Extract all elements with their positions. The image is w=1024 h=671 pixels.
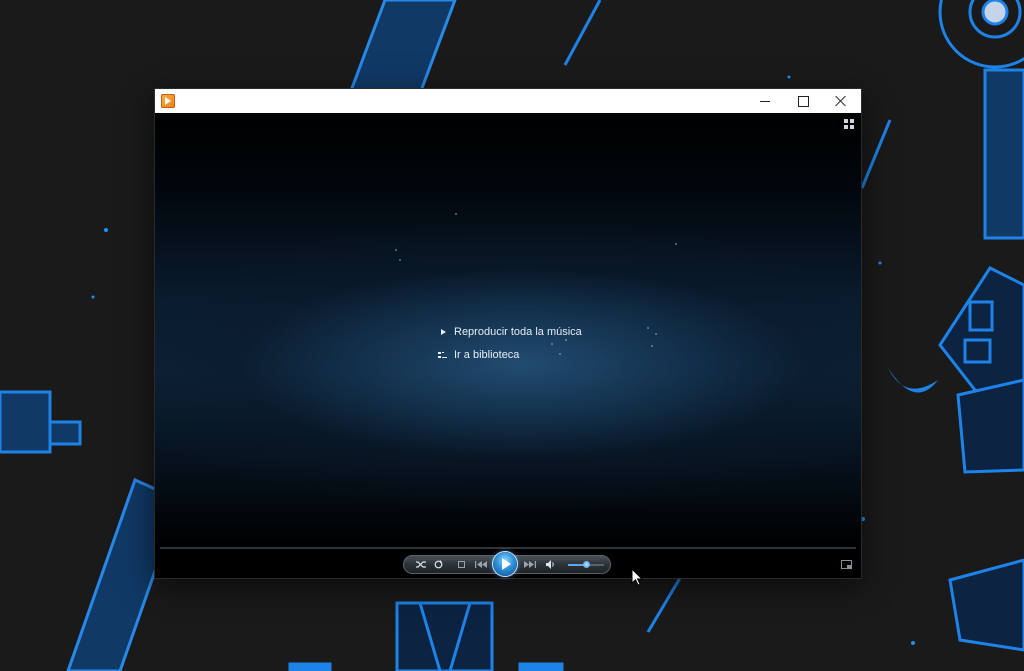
maximize-icon: [797, 95, 809, 107]
play-all-music-link[interactable]: Reproducir toda la música: [438, 326, 582, 338]
close-button[interactable]: [822, 89, 860, 113]
speaker-icon: [546, 560, 554, 569]
stop-icon: [457, 561, 465, 568]
play-all-music-label: Reproducir toda la música: [454, 326, 582, 338]
close-icon: [835, 95, 847, 107]
go-to-library-link[interactable]: Ir a biblioteca: [438, 349, 519, 361]
minimize-icon: [760, 100, 770, 102]
previous-icon: [474, 561, 487, 568]
switch-to-library-icon[interactable]: [844, 119, 854, 129]
transport-controls: [403, 552, 611, 576]
stop-button[interactable]: [453, 555, 469, 574]
media-player-window: Reproducir toda la música Ir a bibliotec…: [155, 89, 861, 578]
previous-button[interactable]: [472, 555, 490, 574]
seek-bar[interactable]: [160, 547, 856, 549]
now-playing-area: Reproducir toda la música Ir a bibliotec…: [155, 113, 861, 546]
fullscreen-icon[interactable]: [841, 560, 852, 569]
minimize-button[interactable]: [746, 89, 784, 113]
mute-button[interactable]: [543, 555, 559, 574]
next-icon: [523, 561, 536, 568]
go-to-library-label: Ir a biblioteca: [454, 349, 520, 361]
repeat-button[interactable]: [430, 555, 446, 574]
next-button[interactable]: [520, 555, 538, 574]
title-bar[interactable]: [155, 89, 861, 113]
maximize-button[interactable]: [784, 89, 822, 113]
shuffle-icon: [416, 561, 426, 568]
volume-slider[interactable]: [568, 561, 604, 568]
volume-thumb[interactable]: [583, 561, 590, 568]
play-button[interactable]: [493, 552, 517, 576]
play-icon: [438, 329, 450, 335]
mouse-cursor-icon: [631, 568, 643, 586]
media-player-icon[interactable]: [161, 94, 175, 108]
library-icon: [438, 351, 450, 359]
playback-controls: [155, 546, 861, 578]
shuffle-button[interactable]: [413, 555, 429, 574]
repeat-icon: [434, 560, 442, 569]
play-icon: [502, 558, 511, 570]
